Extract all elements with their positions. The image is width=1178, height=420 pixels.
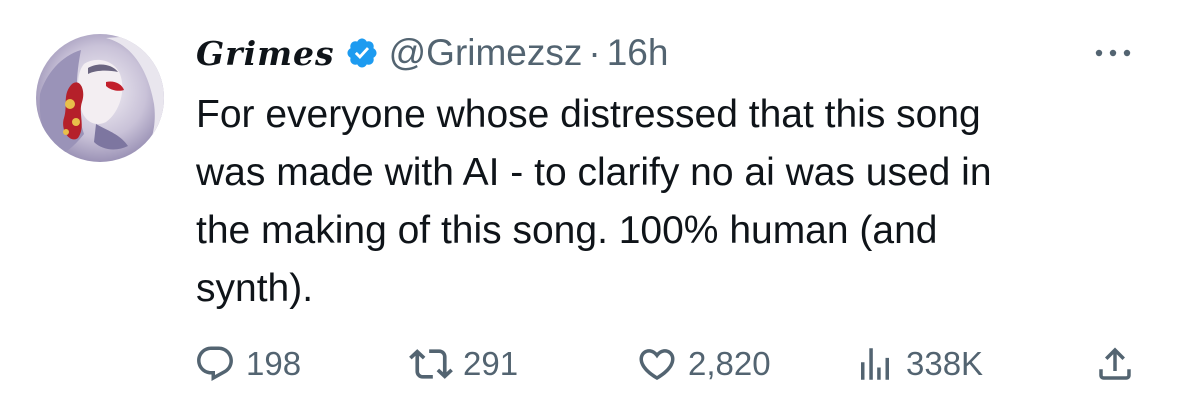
separator-dot: ·	[588, 32, 601, 73]
tweet-text: For everyone whose distressed that this …	[196, 93, 992, 310]
reply-icon	[197, 346, 233, 381]
heart-icon	[639, 349, 675, 381]
reply-count: 198	[246, 345, 302, 382]
verified-badge-icon	[345, 36, 379, 70]
display-name[interactable]: Grimes	[196, 34, 335, 73]
tweet-timestamp[interactable]: 16h	[607, 32, 669, 74]
share-icon	[1099, 347, 1131, 380]
avatar[interactable]	[36, 34, 164, 162]
views-icon	[861, 348, 889, 380]
tweet-card[interactable]: Grimes @Grimezsz · 16h For everyone whos…	[0, 0, 1178, 420]
views-button[interactable]: 338K	[854, 336, 983, 392]
retweet-button[interactable]: 291	[409, 336, 518, 392]
author-handle[interactable]: @Grimezsz	[389, 32, 583, 74]
reply-button[interactable]: 198	[194, 336, 301, 392]
like-button[interactable]: 2,820	[636, 336, 771, 392]
more-horizontal-icon	[1095, 49, 1131, 57]
retweet-icon	[409, 349, 453, 379]
retweet-count: 291	[463, 345, 519, 382]
avatar-image	[36, 34, 164, 162]
views-count: 338K	[906, 345, 984, 382]
share-button[interactable]	[1094, 336, 1136, 392]
tweet-header: Grimes @Grimezsz · 16h	[196, 28, 668, 78]
like-count: 2,820	[688, 345, 771, 382]
tweet-actions: 198 291 2,820 338K	[194, 336, 1144, 392]
more-options-button[interactable]	[1090, 30, 1136, 76]
